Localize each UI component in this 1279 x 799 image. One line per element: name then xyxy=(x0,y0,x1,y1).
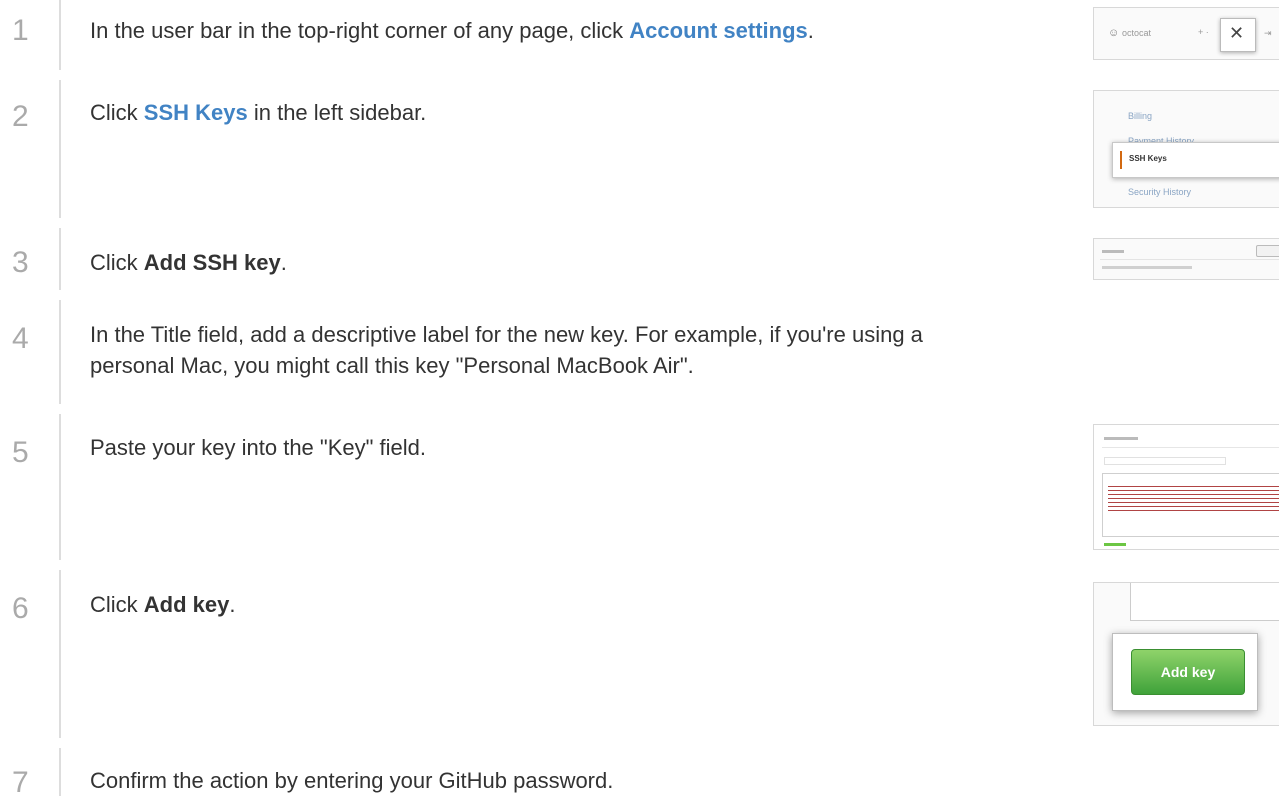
step-divider xyxy=(59,228,61,290)
panel-title xyxy=(1102,250,1124,253)
sidebar-item-billing: Billing xyxy=(1128,111,1153,121)
username: octocat xyxy=(1122,28,1152,38)
userbar-thumbnail: ☺ octocat + · ✕ ⇥ xyxy=(1093,7,1279,60)
key-field xyxy=(1102,473,1279,537)
tools-icon: ✕ xyxy=(1229,23,1245,43)
add-key-form-thumbnail xyxy=(1093,424,1279,550)
form-divider xyxy=(1102,447,1279,448)
sidebar-thumbnail: Billing Payment History SSH Keys Securit… xyxy=(1093,90,1279,208)
step-divider xyxy=(59,748,61,796)
key-content xyxy=(1108,486,1279,512)
step-number: 4 xyxy=(12,322,29,355)
step-number: 5 xyxy=(12,436,29,469)
octocat-icon: ☺ xyxy=(1108,27,1120,39)
step-text: Paste your key into the "Key" field. xyxy=(90,435,427,460)
sidebar-item-label: SSH Keys xyxy=(1129,154,1167,163)
title-field xyxy=(1104,457,1226,465)
step-divider xyxy=(59,414,61,560)
sidebar-item-ssh-keys: SSH Keys xyxy=(1112,142,1279,178)
add-key-label: Add key xyxy=(143,592,230,617)
step-text: Confirm the action by entering your GitH… xyxy=(90,768,614,793)
step-text: In the Title field, add a descriptive la… xyxy=(90,322,923,378)
step-number: 1 xyxy=(12,14,29,47)
form-status-bar xyxy=(1104,543,1126,546)
step-number: 3 xyxy=(12,246,29,279)
step-text: In the user bar in the top-right corner … xyxy=(90,18,814,43)
step-number: 6 xyxy=(12,592,29,625)
plus-icon: + · xyxy=(1198,27,1209,37)
key-textarea-edge xyxy=(1130,583,1279,621)
ssh-keys-link[interactable]: SSH Keys xyxy=(144,100,248,125)
add-ssh-key-button xyxy=(1256,245,1279,257)
step-text: Click Add SSH key. xyxy=(90,250,287,275)
account-settings-link[interactable]: Account settings xyxy=(629,18,807,43)
panel-header xyxy=(1100,245,1279,260)
form-title xyxy=(1104,437,1138,440)
step-divider xyxy=(59,0,61,70)
step-divider xyxy=(59,570,61,738)
sidebar-item-security-history: Security History xyxy=(1128,187,1192,197)
panel-message xyxy=(1102,266,1192,269)
account-settings-button: ✕ xyxy=(1220,18,1256,52)
add-key-button: Add key xyxy=(1131,649,1245,695)
step-text: Click Add key. xyxy=(90,592,236,617)
step-divider xyxy=(59,80,61,218)
active-marker xyxy=(1120,151,1122,169)
ssh-keys-panel-thumbnail xyxy=(1093,238,1279,280)
step-divider xyxy=(59,300,61,404)
step-number: 7 xyxy=(12,766,29,799)
step-number: 2 xyxy=(12,100,29,133)
add-ssh-key-label: Add SSH key xyxy=(143,250,281,275)
step-text: Click SSH Keys in the left sidebar. xyxy=(90,100,427,125)
add-key-button-thumbnail: Add key xyxy=(1093,582,1279,726)
sign-out-icon: ⇥ xyxy=(1264,28,1272,38)
